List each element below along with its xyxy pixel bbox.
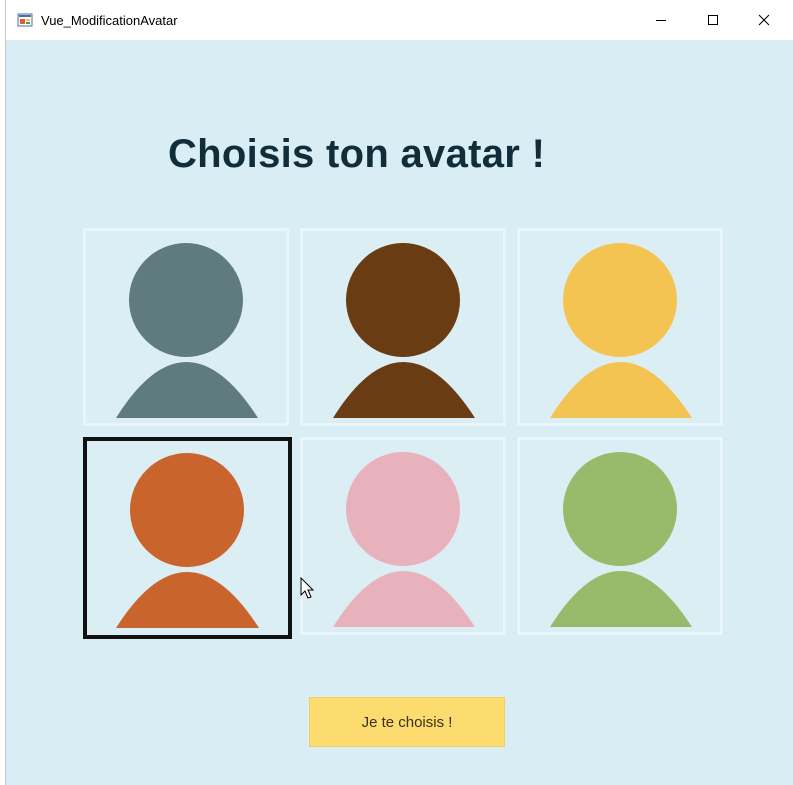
app-icon: [17, 13, 33, 27]
minimize-icon: [656, 20, 666, 21]
avatar-tile-green[interactable]: [517, 437, 723, 635]
avatar-person-icon: [550, 452, 692, 627]
close-button[interactable]: [741, 0, 787, 40]
avatar-person-icon: [550, 243, 692, 418]
page-title: Choisis ton avatar !: [168, 132, 546, 176]
avatar-tile-slate[interactable]: [83, 228, 289, 426]
maximize-icon: [708, 15, 718, 25]
avatar-tile-yellow[interactable]: [517, 228, 723, 426]
client-area: Choisis ton avatar ! Je te choisis !: [6, 40, 793, 785]
avatar-tile-orange[interactable]: [83, 437, 292, 639]
avatar-person-icon: [333, 243, 475, 418]
choose-avatar-button[interactable]: Je te choisis !: [309, 697, 505, 747]
avatar-person-icon: [333, 452, 475, 627]
avatar-person-icon: [116, 453, 259, 628]
avatar-person-icon: [116, 243, 258, 418]
app-window: Vue_ModificationAvatar Choisis ton avata…: [6, 0, 793, 785]
avatar-tile-brown[interactable]: [300, 228, 506, 426]
close-icon: [758, 14, 770, 26]
minimize-button[interactable]: [638, 0, 684, 40]
maximize-button[interactable]: [690, 0, 736, 40]
avatar-tile-pink[interactable]: [300, 437, 506, 635]
window-title: Vue_ModificationAvatar: [41, 13, 178, 28]
title-bar: Vue_ModificationAvatar: [6, 0, 793, 40]
